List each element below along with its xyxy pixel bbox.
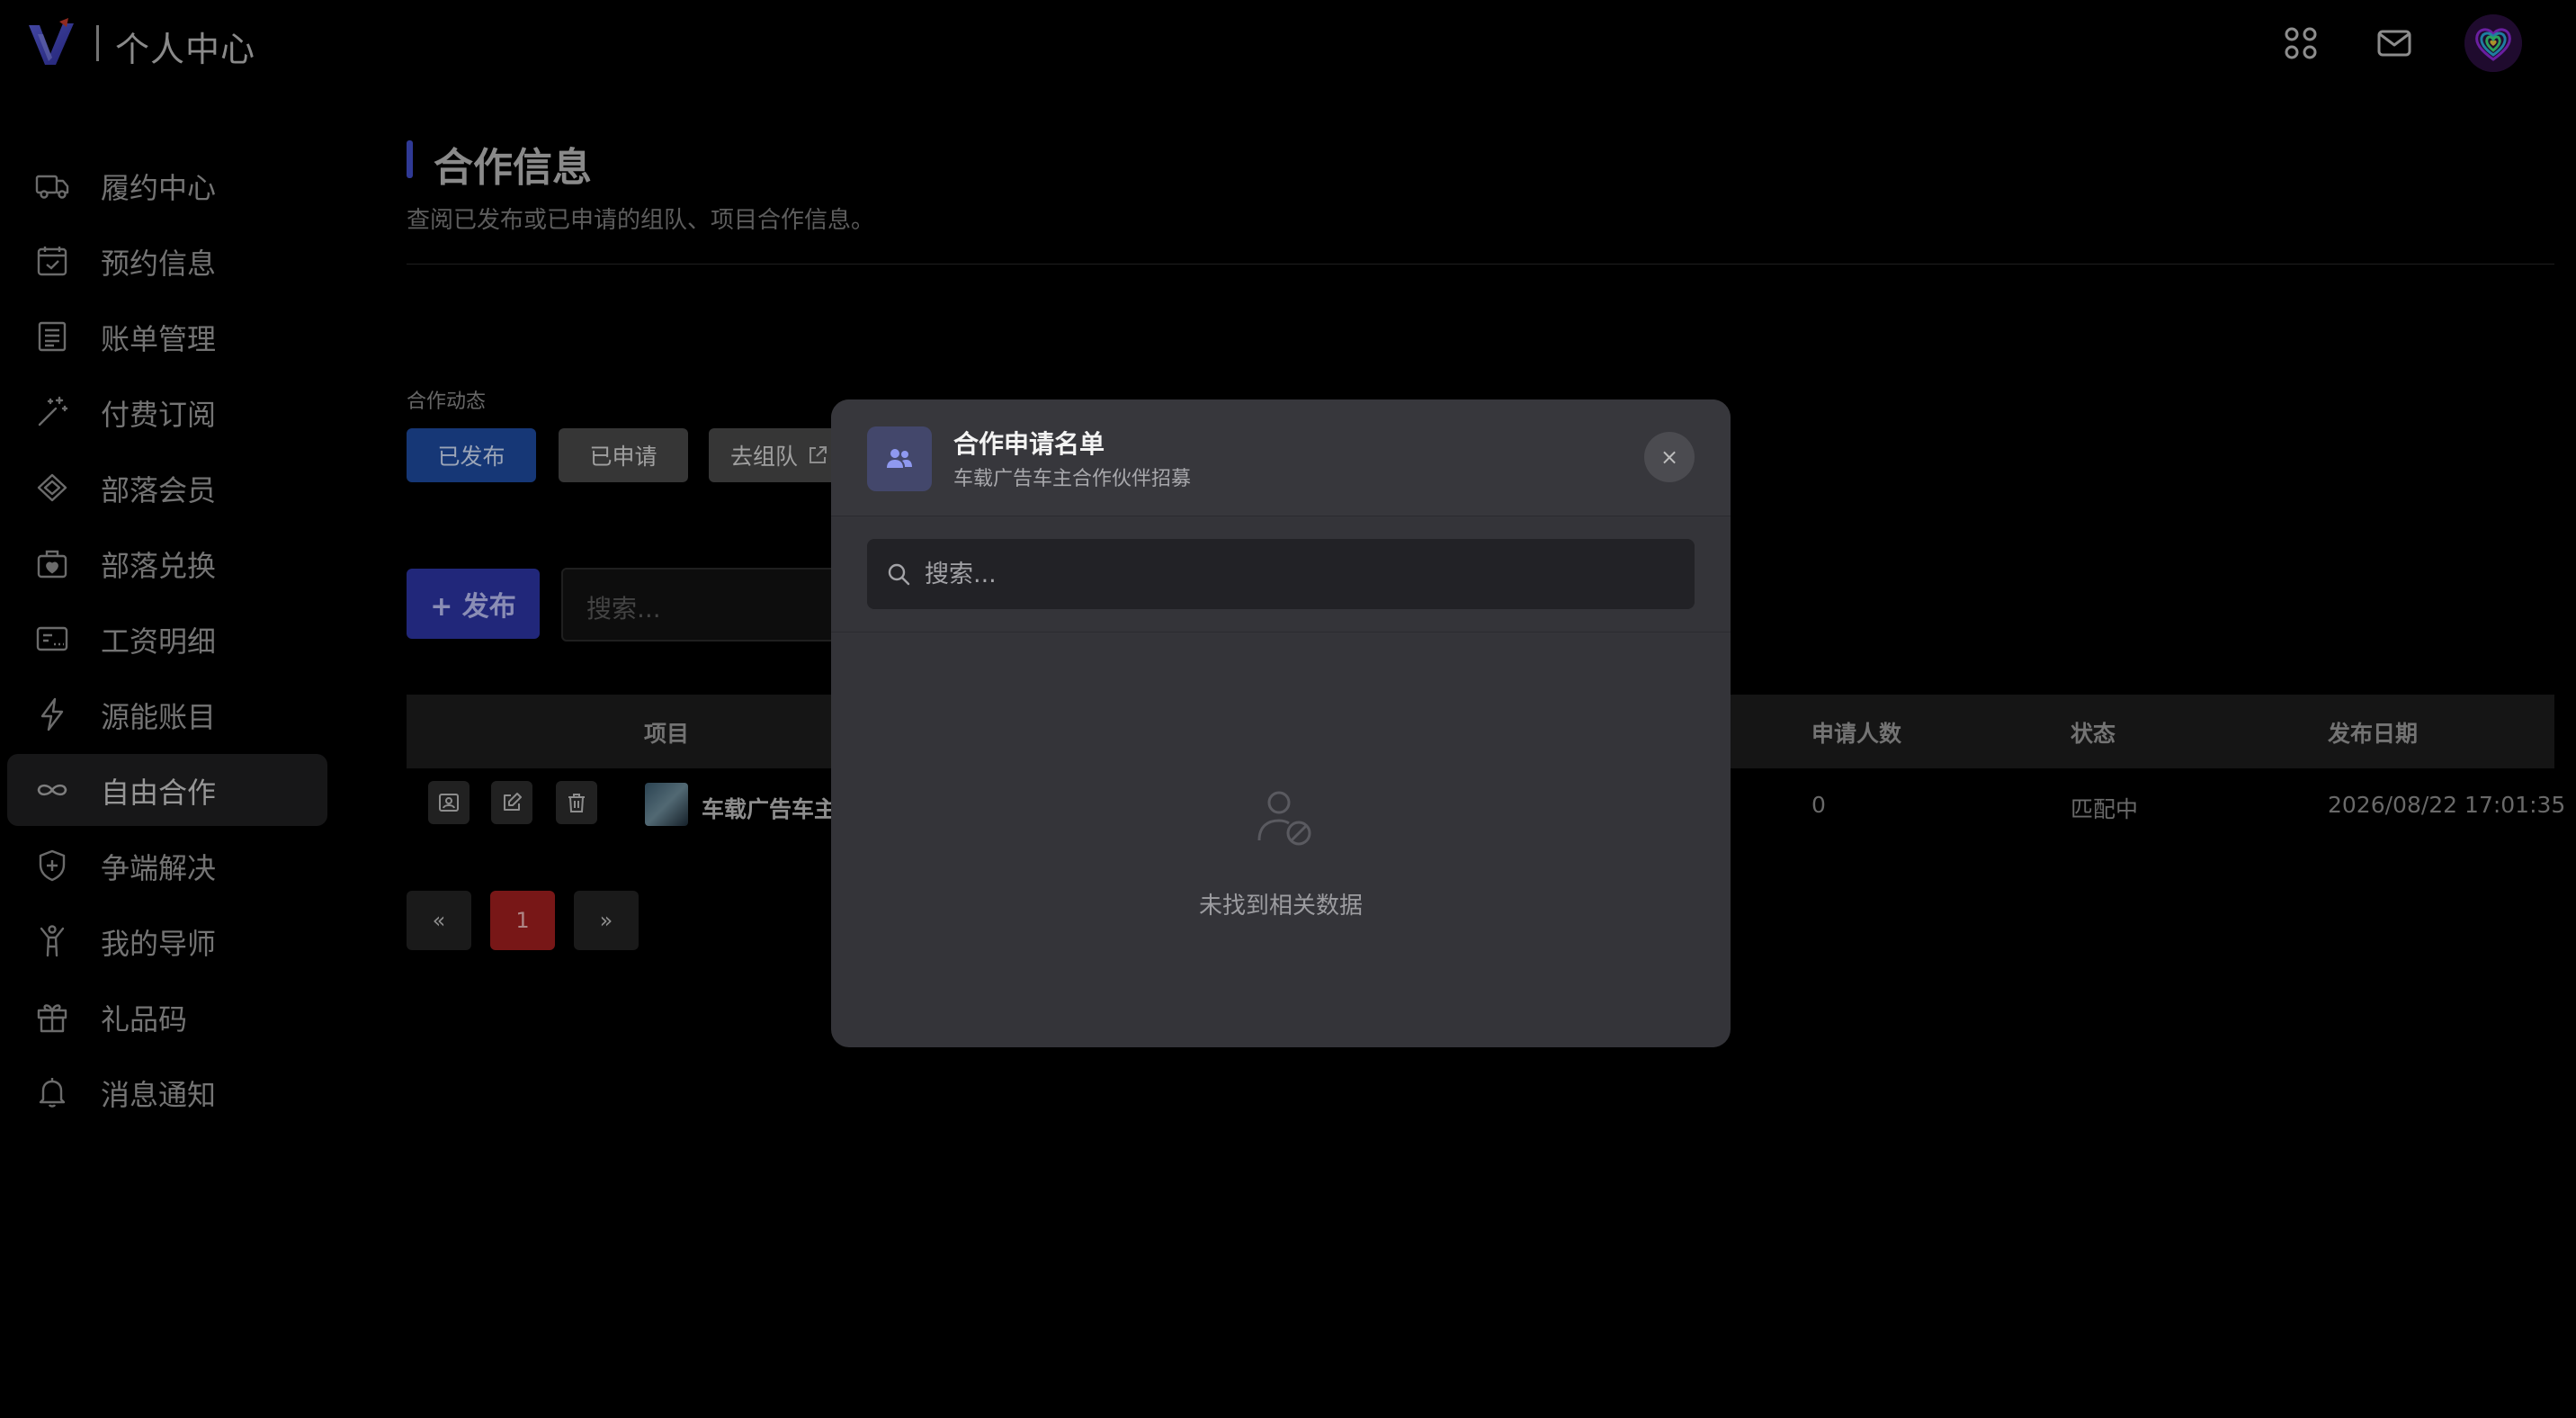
modal-search-area xyxy=(831,517,1731,633)
close-icon: × xyxy=(1659,444,1679,470)
search-icon xyxy=(885,561,912,588)
close-button[interactable]: × xyxy=(1644,432,1695,482)
user-not-found-icon xyxy=(1254,786,1317,851)
modal-search-input[interactable] xyxy=(925,539,1680,609)
empty-state-text: 未找到相关数据 xyxy=(1198,893,1363,920)
modal-title: 合作申请名单 xyxy=(953,429,1105,459)
modal-subtitle: 车载广告车主合作伙伴招募 xyxy=(953,468,1192,490)
users-icon xyxy=(867,426,932,491)
applicants-modal: 合作申请名单 车载广告车主合作伙伴招募 × 未找到相关数据 xyxy=(831,399,1731,1047)
modal-header: 合作申请名单 车载广告车主合作伙伴招募 × xyxy=(831,399,1731,516)
modal-search-box[interactable] xyxy=(867,539,1695,609)
